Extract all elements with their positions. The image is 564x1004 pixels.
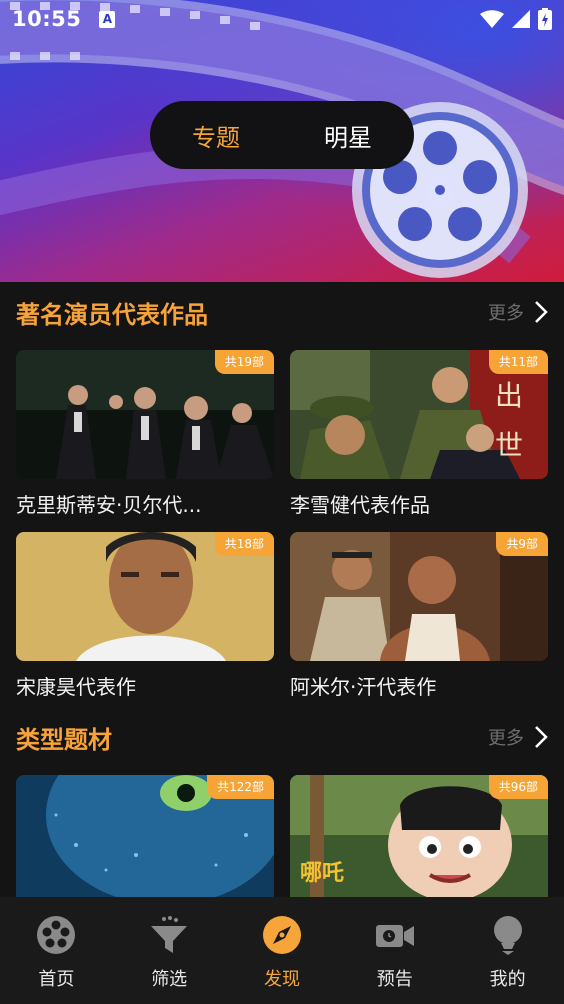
signal-icon — [512, 10, 530, 28]
more-label: 更多 — [488, 728, 524, 749]
collection-card[interactable]: 共122部 — [16, 775, 274, 904]
collection-card[interactable]: 共19部 克里斯蒂安·贝尔代... — [16, 350, 274, 518]
section-header-actors: 著名演员代表作品 更多 — [16, 292, 548, 332]
topic-star-switch: 专题 明星 — [150, 101, 414, 169]
profile-icon — [493, 916, 522, 955]
notification-icon: A — [99, 10, 116, 28]
nav-label: 筛选 — [151, 969, 188, 990]
collection-thumbnail: 共19部 — [16, 350, 274, 479]
svg-text:出: 出 — [495, 379, 523, 412]
compass-icon — [262, 916, 301, 954]
tab-topics[interactable]: 专题 — [150, 118, 282, 153]
collection-title: 克里斯蒂安·贝尔代... — [16, 493, 202, 517]
collection-thumbnail: 共18部 — [16, 532, 274, 661]
nav-label: 首页 — [38, 969, 75, 990]
count-badge: 共19部 — [214, 350, 274, 374]
tab-stars[interactable]: 明星 — [282, 118, 414, 153]
nav-label: 发现 — [263, 969, 300, 990]
collection-card[interactable]: 共18部 宋康昊代表作 — [16, 532, 274, 700]
count-badge: 共122部 — [207, 775, 274, 799]
more-button[interactable]: 更多 — [488, 724, 548, 750]
more-button[interactable]: 更多 — [488, 299, 548, 325]
section-header-genres: 类型题材 更多 — [16, 717, 548, 757]
nav-profile[interactable]: 我的 — [451, 897, 564, 1004]
status-bar: 10:55 A — [0, 0, 564, 38]
chevron-right-icon — [535, 301, 548, 323]
clock: 10:55 — [12, 7, 82, 31]
collection-title: 李雪健代表作品 — [290, 493, 430, 517]
collection-card[interactable]: 出 世 共11部 李雪健代表作品 — [290, 350, 548, 518]
nav-label: 预告 — [376, 969, 413, 990]
count-badge: 共96部 — [488, 775, 548, 799]
collection-card[interactable]: 共9部 阿米尔·汗代表作 — [290, 532, 548, 700]
nav-label: 我的 — [489, 969, 526, 990]
section-title: 著名演员代表作品 — [16, 300, 208, 329]
svg-text:世: 世 — [495, 429, 523, 462]
count-badge: 共18部 — [214, 532, 274, 556]
count-badge: 共9部 — [496, 532, 548, 556]
svg-text:哪吒: 哪吒 — [300, 861, 344, 886]
battery-icon — [538, 8, 552, 30]
wifi-icon — [480, 10, 504, 28]
collection-thumbnail: 出 世 共11部 — [290, 350, 548, 479]
more-label: 更多 — [488, 303, 524, 324]
collection-thumbnail: 共9部 — [290, 532, 548, 661]
nav-filter[interactable]: 筛选 — [113, 897, 226, 1004]
section-title: 类型题材 — [16, 725, 112, 754]
nav-home[interactable]: 首页 — [0, 897, 113, 1004]
bottom-navigation: 首页 筛选 发现 预告 我的 — [0, 897, 564, 1004]
count-badge: 共11部 — [488, 350, 548, 374]
collection-thumbnail: 共122部 — [16, 775, 274, 904]
film-reel-icon — [37, 916, 76, 954]
video-camera-icon — [375, 925, 414, 947]
collection-title: 宋康昊代表作 — [16, 675, 136, 699]
chevron-right-icon — [535, 726, 548, 748]
collection-title: 阿米尔·汗代表作 — [290, 675, 437, 699]
nav-discover[interactable]: 发现 — [226, 897, 339, 1004]
collection-thumbnail: 哪吒 共96部 — [290, 775, 548, 904]
collection-card[interactable]: 哪吒 共96部 — [290, 775, 548, 904]
nav-trailers[interactable]: 预告 — [338, 897, 451, 1004]
funnel-icon — [151, 916, 188, 953]
